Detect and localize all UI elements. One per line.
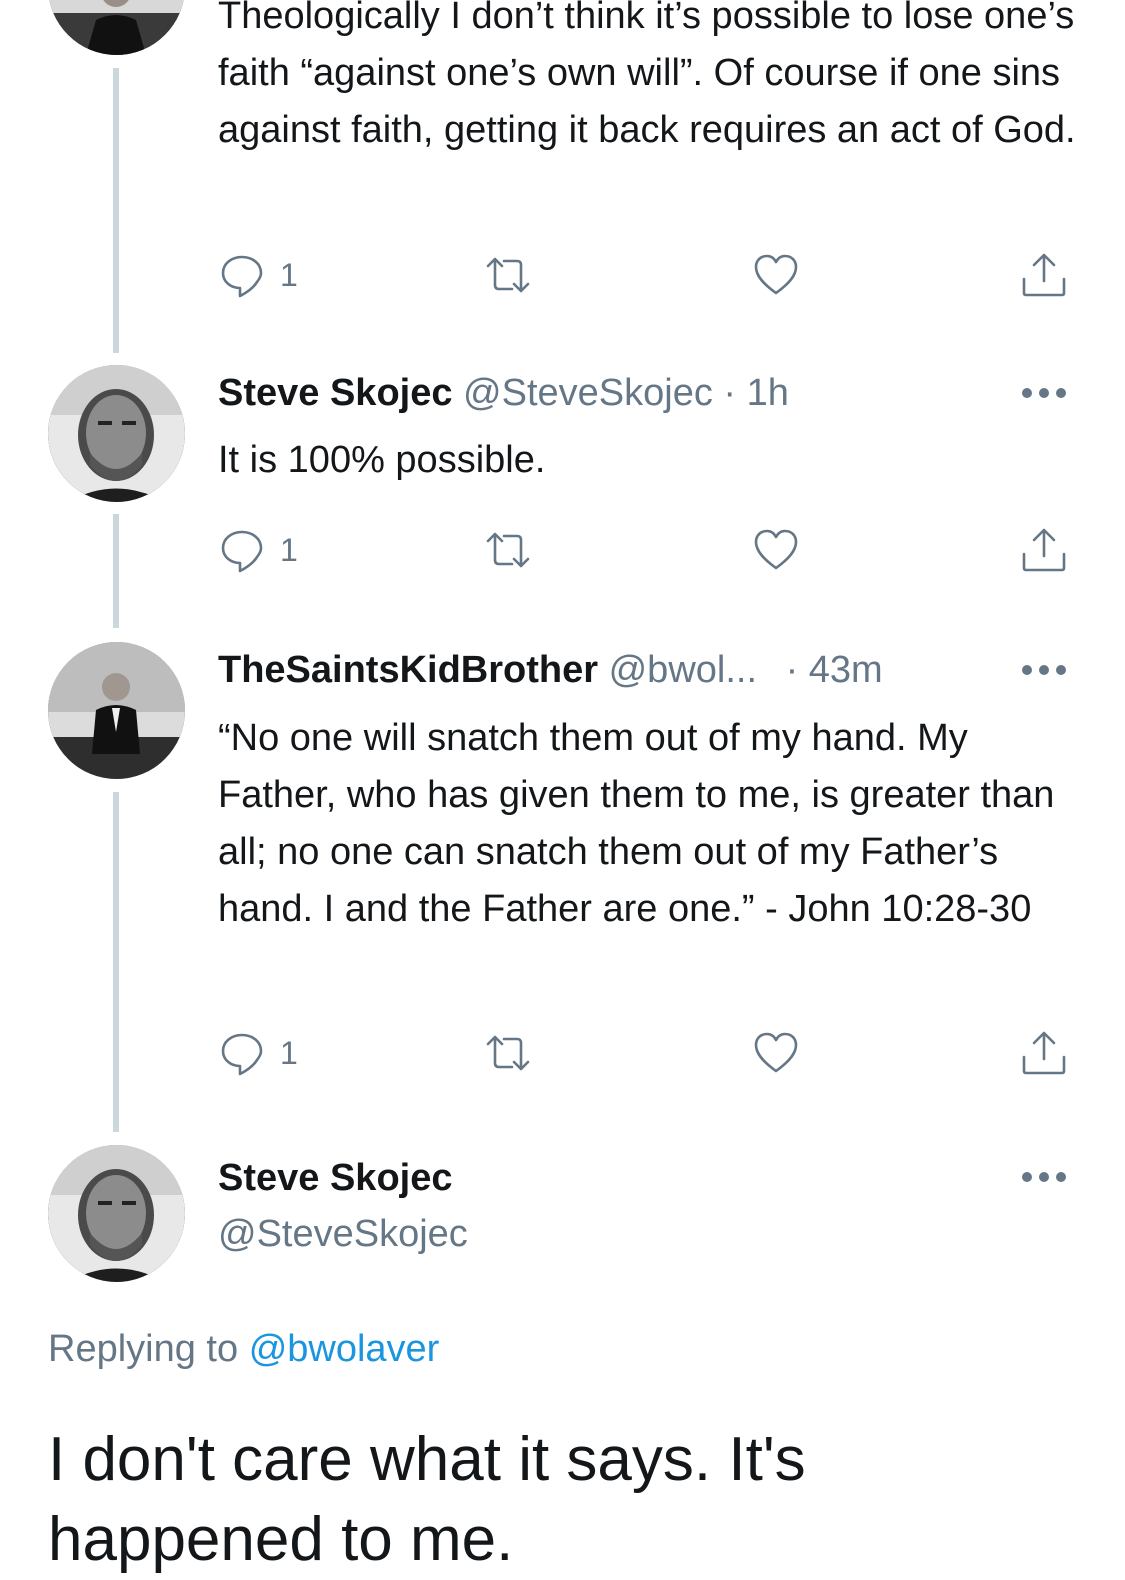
tweet-3-header: TheSaintsKidBrother @bwol... · 43m	[218, 645, 883, 695]
reply-bubble-icon	[221, 530, 263, 573]
reply-bubble-icon	[221, 1033, 263, 1076]
retweet-button[interactable]	[484, 250, 532, 300]
tweet-time[interactable]: · 43m	[786, 649, 883, 691]
replying-to-label: Replying to	[48, 1328, 239, 1370]
reply-count: 1	[280, 256, 298, 293]
retweet-icon	[486, 257, 530, 293]
share-icon	[1022, 1031, 1066, 1075]
thread-line-2	[113, 514, 119, 628]
more-dots-icon	[1022, 665, 1032, 675]
more-options-button[interactable]	[1022, 1172, 1066, 1184]
retweet-icon	[486, 1035, 530, 1071]
display-name[interactable]: TheSaintsKidBrother	[218, 649, 598, 691]
user-handle[interactable]: @SteveSkojec	[463, 372, 713, 414]
more-dots-icon	[1022, 388, 1032, 398]
avatar-main-steve-skojec[interactable]	[48, 1145, 185, 1282]
reply-button[interactable]: 1	[218, 525, 298, 575]
like-button[interactable]	[752, 250, 800, 300]
tweet-1-actions: 1	[218, 250, 1078, 300]
share-icon	[1022, 528, 1066, 572]
retweet-button[interactable]	[484, 525, 532, 575]
tweet-time[interactable]: · 1h	[723, 372, 788, 414]
thread-line-3	[113, 792, 119, 1132]
replying-to-link[interactable]: @bwolaver	[249, 1328, 440, 1370]
more-options-button[interactable]	[1022, 388, 1066, 400]
share-button[interactable]	[1020, 1028, 1068, 1078]
avatar-bwolaver-top[interactable]	[48, 0, 185, 55]
retweet-button[interactable]	[484, 1028, 532, 1078]
heart-icon	[754, 529, 798, 570]
more-dots-icon	[1022, 1172, 1032, 1182]
main-tweet-text: I don't care what it says. It's happened…	[48, 1425, 806, 1574]
user-handle[interactable]: @bwol...	[609, 649, 757, 691]
avatar-steve-skojec[interactable]	[48, 365, 185, 502]
replying-to: Replying to @bwolaver	[48, 1328, 439, 1371]
reply-button[interactable]: 1	[218, 1028, 298, 1078]
reply-bubble-icon	[221, 255, 263, 298]
reply-button[interactable]: 1	[218, 250, 298, 300]
user-handle[interactable]: @SteveSkojec	[218, 1213, 468, 1255]
main-tweet-name: Steve Skojec	[218, 1153, 452, 1203]
tweet-2-text: It is 100% possible.	[218, 439, 546, 481]
tweet-2-actions: 1	[218, 525, 1078, 575]
heart-icon	[754, 254, 798, 295]
retweet-icon	[486, 532, 530, 568]
tweet-3-text: “No one will snatch them out of my hand.…	[218, 717, 1066, 930]
like-button[interactable]	[752, 525, 800, 575]
thread-line-1	[113, 68, 119, 353]
share-button[interactable]	[1020, 250, 1068, 300]
heart-icon	[754, 1032, 798, 1073]
main-tweet-handle: @SteveSkojec	[218, 1209, 468, 1259]
like-button[interactable]	[752, 1028, 800, 1078]
display-name[interactable]: Steve Skojec	[218, 1157, 452, 1199]
tweet-3-actions: 1	[218, 1028, 1078, 1078]
more-options-button[interactable]	[1022, 665, 1066, 677]
tweet-2-header: Steve Skojec @SteveSkojec · 1h	[218, 368, 789, 418]
share-button[interactable]	[1020, 525, 1068, 575]
display-name[interactable]: Steve Skojec	[218, 372, 452, 414]
reply-count: 1	[280, 531, 298, 568]
tweet-1-text: Theologically I don’t think it’s possibl…	[218, 0, 1085, 151]
reply-count: 1	[280, 1034, 298, 1071]
avatar-bwolaver[interactable]	[48, 642, 185, 779]
share-icon	[1022, 253, 1066, 297]
